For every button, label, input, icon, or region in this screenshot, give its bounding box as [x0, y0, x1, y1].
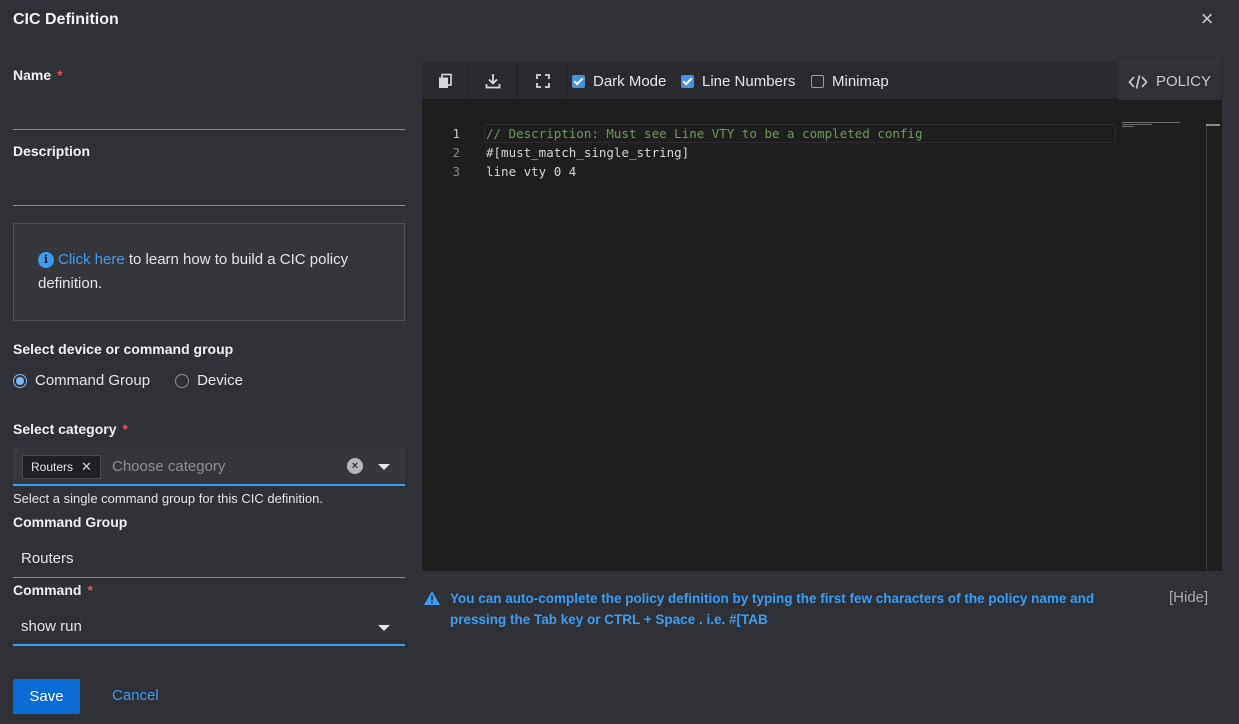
- name-label: Name *: [13, 67, 63, 83]
- save-button[interactable]: Save: [13, 679, 80, 714]
- minimap-toggle[interactable]: Minimap: [811, 62, 889, 100]
- dark-mode-label: Dark Mode: [593, 72, 667, 90]
- clear-icon[interactable]: ×: [347, 458, 363, 474]
- fullscreen-button[interactable]: [519, 62, 567, 100]
- required-mark: *: [57, 67, 63, 83]
- chevron-down-icon[interactable]: [378, 625, 390, 631]
- dialog-title: CIC Definition: [13, 11, 119, 28]
- code-icon: [1128, 74, 1148, 89]
- description-label: Description: [13, 143, 91, 159]
- minimap-checkbox[interactable]: [811, 74, 824, 88]
- editor-toolbar: Dark Mode Line Numbers Minimap: [422, 62, 1222, 100]
- command-value: show run: [21, 618, 82, 635]
- autocomplete-notice: You can auto-complete the policy definit…: [423, 588, 1123, 630]
- editor-scrollbar-track[interactable]: [1206, 124, 1207, 571]
- overview-ruler: [1122, 122, 1184, 128]
- required-mark: *: [122, 421, 128, 437]
- copy-button[interactable]: [422, 62, 468, 100]
- command-select[interactable]: show run: [13, 608, 405, 646]
- code-text: // Description: Must see Line VTY to be …: [486, 126, 923, 141]
- command-group-label: Command Group: [13, 514, 128, 530]
- editor-scrollbar-thumb[interactable]: [1206, 124, 1220, 126]
- radio-device[interactable]: [175, 373, 190, 388]
- required-mark: *: [87, 582, 93, 598]
- help-info-box: i Click here to learn how to build a CIC …: [13, 223, 405, 321]
- info-icon: i: [38, 252, 54, 268]
- name-input[interactable]: [13, 100, 405, 130]
- click-here-link[interactable]: Click here: [58, 251, 125, 268]
- description-input[interactable]: [13, 176, 405, 206]
- command-group-field: Routers: [13, 540, 405, 578]
- radio-command-group-label[interactable]: Command Group: [35, 372, 150, 389]
- command-label: Command *: [13, 582, 93, 598]
- radio-command-group[interactable]: [13, 373, 27, 388]
- dark-mode-toggle[interactable]: Dark Mode: [572, 62, 666, 100]
- download-icon: [485, 74, 501, 89]
- copy-icon: [438, 73, 452, 88]
- line-number: 1: [452, 126, 460, 141]
- code-editor[interactable]: 1 // Description: Must see Line VTY to b…: [422, 100, 1222, 571]
- category-placeholder[interactable]: Choose category: [112, 458, 225, 475]
- autocomplete-notice-text: You can auto-complete the policy definit…: [450, 591, 1095, 627]
- line-numbers-label: Line Numbers: [702, 72, 796, 90]
- fullscreen-icon: [535, 74, 550, 88]
- code-text: line vty 0 4: [486, 164, 577, 179]
- chevron-down-icon[interactable]: [378, 464, 390, 470]
- cancel-button[interactable]: Cancel: [112, 687, 159, 704]
- dark-mode-checkbox[interactable]: [572, 74, 585, 88]
- tab-policy-label: POLICY: [1155, 73, 1212, 90]
- group-radio-group: Command Group Device: [13, 372, 243, 389]
- minimap-label: Minimap: [832, 72, 889, 90]
- line-number: 3: [452, 164, 460, 179]
- code-line: 3 line vty 0 4: [422, 162, 1222, 181]
- tab-policy[interactable]: POLICY: [1118, 62, 1221, 100]
- category-label: Select category *: [13, 421, 128, 437]
- line-numbers-toggle[interactable]: Line Numbers: [681, 62, 795, 100]
- code-text: #[must_match_single_string]: [486, 145, 690, 160]
- download-button[interactable]: [469, 62, 518, 100]
- category-select[interactable]: Routers ✕ Choose category ×: [13, 448, 405, 486]
- code-line: 1 // Description: Must see Line VTY to b…: [422, 124, 1222, 143]
- group-label: Select device or command group: [13, 341, 234, 357]
- code-line: 2 #[must_match_single_string]: [422, 143, 1222, 162]
- warning-icon: [424, 591, 440, 605]
- category-chip: Routers ✕: [22, 455, 101, 479]
- radio-device-label[interactable]: Device: [197, 372, 243, 389]
- line-numbers-checkbox[interactable]: [681, 74, 694, 88]
- category-helper-text: Select a single command group for this C…: [13, 491, 323, 506]
- command-group-value: Routers: [21, 550, 74, 567]
- category-chip-label: Routers: [31, 460, 74, 474]
- close-icon[interactable]: ×: [1196, 8, 1218, 30]
- line-number: 2: [452, 145, 460, 160]
- hide-notice-link[interactable]: [Hide]: [1169, 589, 1208, 606]
- chip-remove-icon[interactable]: ✕: [81, 456, 92, 478]
